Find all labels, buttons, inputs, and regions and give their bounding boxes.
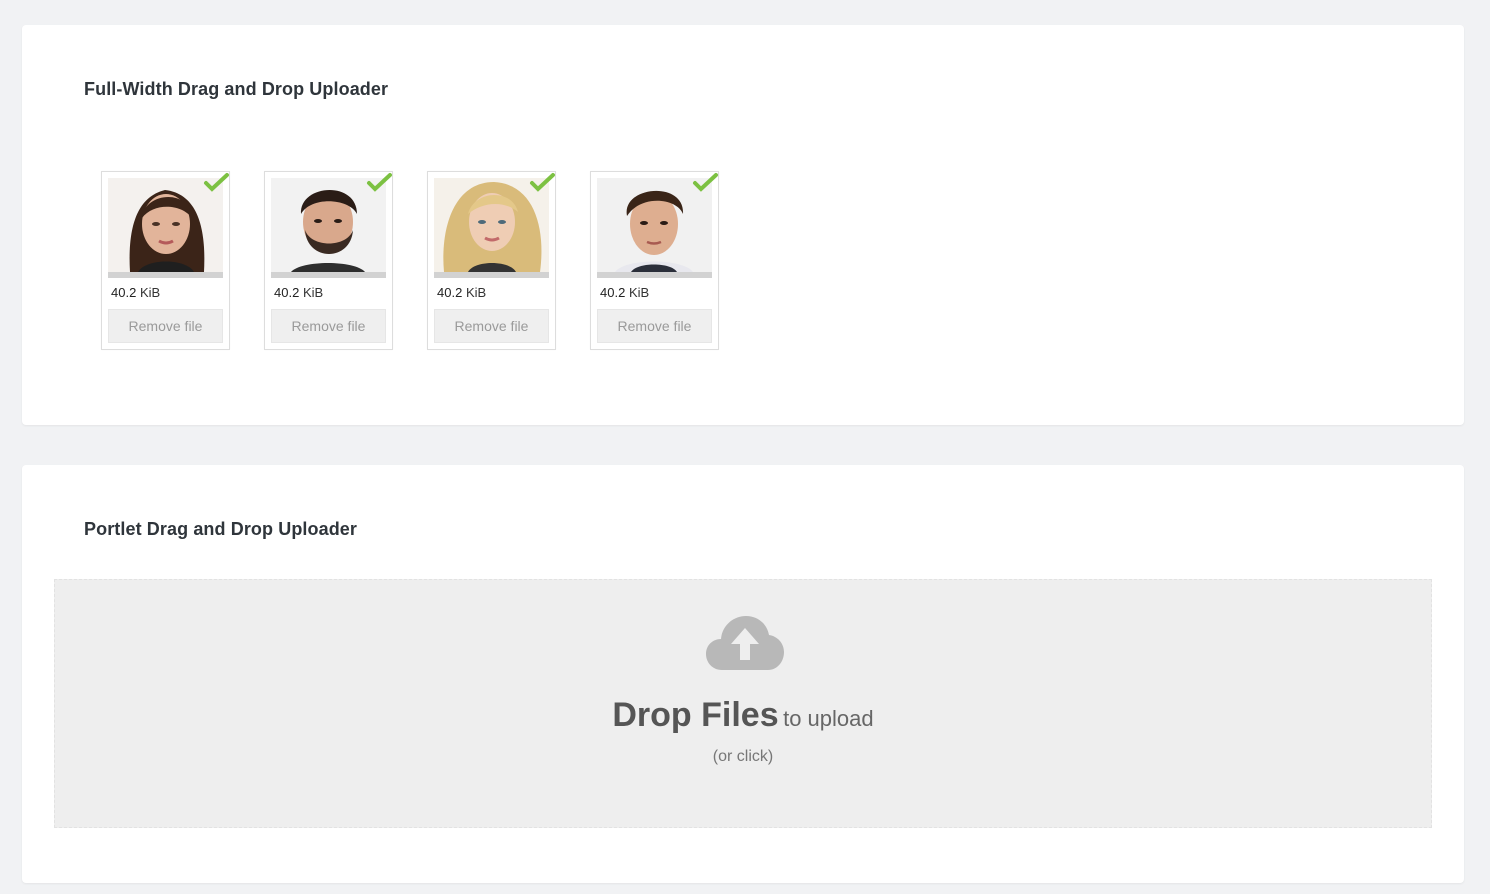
portlet-uploader-panel: Portlet Drag and Drop Uploader Drop File…	[22, 465, 1464, 883]
file-size: 40.2 KiB	[274, 285, 324, 300]
remove-file-button[interactable]: Remove file	[108, 309, 223, 343]
file-preview: 40.2 KiB Remove file	[590, 171, 719, 350]
success-check-icon	[530, 173, 555, 192]
panel-title: Full-Width Drag and Drop Uploader	[84, 79, 389, 99]
file-size: 40.2 KiB	[600, 285, 650, 300]
remove-file-button[interactable]: Remove file	[271, 309, 386, 343]
remove-file-button[interactable]: Remove file	[597, 309, 712, 343]
dropzone-light-text: to upload	[783, 706, 874, 731]
file-preview-list: 40.2 KiB Remove file 40.2 KiB Remove fil…	[101, 171, 719, 350]
dropzone-message: Drop Files to upload	[55, 696, 1431, 735]
upload-progress-bar	[597, 272, 712, 278]
file-preview: 40.2 KiB Remove file	[101, 171, 230, 350]
dropzone[interactable]: Drop Files to upload (or click)	[54, 579, 1432, 828]
remove-file-button[interactable]: Remove file	[434, 309, 549, 343]
upload-progress-bar	[271, 272, 386, 278]
cloud-upload-icon	[706, 616, 784, 670]
file-preview: 40.2 KiB Remove file	[264, 171, 393, 350]
panel-title: Portlet Drag and Drop Uploader	[84, 519, 358, 539]
dropzone-hint: (or click)	[712, 748, 774, 765]
file-preview: 40.2 KiB Remove file	[427, 171, 556, 350]
success-check-icon	[204, 173, 229, 192]
success-check-icon	[367, 173, 392, 192]
success-check-icon	[693, 173, 718, 192]
file-size: 40.2 KiB	[111, 285, 161, 300]
full-width-uploader-panel: Full-Width Drag and Drop Uploader 40.2 K…	[22, 25, 1464, 425]
file-size: 40.2 KiB	[437, 285, 487, 300]
dropzone-strong-text: Drop Files	[612, 696, 779, 734]
upload-progress-bar	[434, 272, 549, 278]
upload-progress-bar	[108, 272, 223, 278]
